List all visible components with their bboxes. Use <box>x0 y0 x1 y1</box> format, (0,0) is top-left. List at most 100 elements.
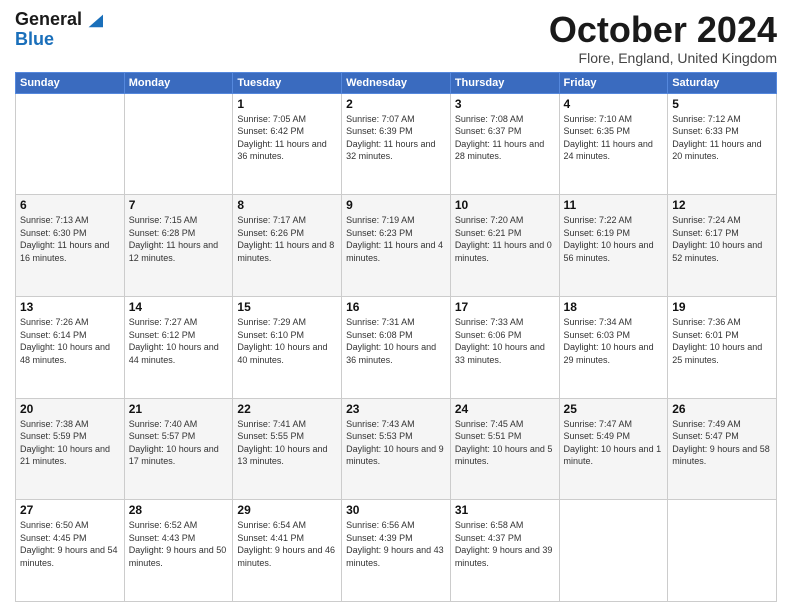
day-info: Sunrise: 7:41 AM Sunset: 5:55 PM Dayligh… <box>237 418 337 468</box>
header-thursday: Thursday <box>450 72 559 93</box>
day-number: 6 <box>20 198 120 212</box>
cell-w1-d3: 1Sunrise: 7:05 AM Sunset: 6:42 PM Daylig… <box>233 93 342 195</box>
day-info: Sunrise: 7:26 AM Sunset: 6:14 PM Dayligh… <box>20 316 120 366</box>
day-number: 23 <box>346 402 446 416</box>
cell-w3-d5: 17 Sunrise: 7:33 AM Sunset: 6:06 PM Dayli… <box>450 296 559 398</box>
day-info: Sunrise: 7:33 AM Sunset: 6:06 PM Dayligh… <box>455 316 555 366</box>
day-info: Sunrise: 7:13 AM Sunset: 6:30 PM Dayligh… <box>20 214 120 264</box>
day-info: Sunrise: 7:43 AM Sunset: 5:53 PM Dayligh… <box>346 418 446 468</box>
day-info: Sunrise: 7:22 AM Sunset: 6:19 PM Dayligh… <box>564 214 664 264</box>
week-row-5: 27Sunrise: 6:50 AM Sunset: 4:45 PM Dayli… <box>16 500 777 602</box>
cell-w3-d2: 14 Sunrise: 7:27 AM Sunset: 6:12 PM Dayli… <box>124 296 233 398</box>
day-info: Sunrise: 7:31 AM Sunset: 6:08 PM Dayligh… <box>346 316 446 366</box>
cell-w3-d6: 18 Sunrise: 7:34 AM Sunset: 6:03 PM Dayli… <box>559 296 668 398</box>
day-info: Sunrise: 7:20 AM Sunset: 6:21 PM Dayligh… <box>455 214 555 264</box>
day-info: Sunrise: 6:56 AM Sunset: 4:39 PM Dayligh… <box>346 519 446 569</box>
day-number: 12 <box>672 198 772 212</box>
cell-w3-d1: 13 Sunrise: 7:26 AM Sunset: 6:14 PM Dayli… <box>16 296 125 398</box>
day-number: 8 <box>237 198 337 212</box>
day-number: 5 <box>672 97 772 111</box>
day-info: Sunrise: 7:19 AM Sunset: 6:23 PM Dayligh… <box>346 214 446 264</box>
header: General Blue October 2024 Flore, England… <box>15 10 777 66</box>
page: General Blue October 2024 Flore, England… <box>0 0 792 612</box>
day-info: Sunrise: 7:17 AM Sunset: 6:26 PM Dayligh… <box>237 214 337 264</box>
day-number: 28 <box>129 503 229 517</box>
day-number: 17 <box>455 300 555 314</box>
day-info: Sunrise: 6:58 AM Sunset: 4:37 PM Dayligh… <box>455 519 555 569</box>
cell-w4-d1: 20Sunrise: 7:38 AM Sunset: 5:59 PM Dayli… <box>16 398 125 500</box>
cell-w4-d3: 22 Sunrise: 7:41 AM Sunset: 5:55 PM Dayli… <box>233 398 342 500</box>
day-number: 3 <box>455 97 555 111</box>
day-number: 18 <box>564 300 664 314</box>
cell-w2-d7: 12 Sunrise: 7:24 AM Sunset: 6:17 PM Dayli… <box>668 195 777 297</box>
day-number: 1 <box>237 97 337 111</box>
cell-w5-d1: 27Sunrise: 6:50 AM Sunset: 4:45 PM Dayli… <box>16 500 125 602</box>
day-info: Sunrise: 7:45 AM Sunset: 5:51 PM Dayligh… <box>455 418 555 468</box>
week-row-4: 20Sunrise: 7:38 AM Sunset: 5:59 PM Dayli… <box>16 398 777 500</box>
cell-w5-d4: 30 Sunrise: 6:56 AM Sunset: 4:39 PM Dayli… <box>342 500 451 602</box>
cell-w2-d1: 6 Sunrise: 7:13 AM Sunset: 6:30 PM Daylig… <box>16 195 125 297</box>
day-number: 21 <box>129 402 229 416</box>
cell-w1-d5: 3 Sunrise: 7:08 AM Sunset: 6:37 PM Daylig… <box>450 93 559 195</box>
day-number: 20 <box>20 402 120 416</box>
header-tuesday: Tuesday <box>233 72 342 93</box>
cell-w1-d2 <box>124 93 233 195</box>
logo-blue: Blue <box>15 30 103 50</box>
cell-w2-d5: 10 Sunrise: 7:20 AM Sunset: 6:21 PM Dayli… <box>450 195 559 297</box>
day-number: 30 <box>346 503 446 517</box>
day-number: 11 <box>564 198 664 212</box>
logo-triangle-icon <box>85 11 103 29</box>
day-info: Sunrise: 7:08 AM Sunset: 6:37 PM Dayligh… <box>455 113 555 163</box>
cell-w3-d3: 15 Sunrise: 7:29 AM Sunset: 6:10 PM Dayli… <box>233 296 342 398</box>
title-block: October 2024 Flore, England, United King… <box>549 10 777 66</box>
cell-w2-d2: 7Sunrise: 7:15 AM Sunset: 6:28 PM Daylig… <box>124 195 233 297</box>
cell-w2-d4: 9Sunrise: 7:19 AM Sunset: 6:23 PM Daylig… <box>342 195 451 297</box>
day-number: 22 <box>237 402 337 416</box>
cell-w2-d6: 11 Sunrise: 7:22 AM Sunset: 6:19 PM Dayli… <box>559 195 668 297</box>
header-wednesday: Wednesday <box>342 72 451 93</box>
cell-w1-d1 <box>16 93 125 195</box>
day-number: 16 <box>346 300 446 314</box>
day-number: 24 <box>455 402 555 416</box>
day-info: Sunrise: 7:07 AM Sunset: 6:39 PM Dayligh… <box>346 113 446 163</box>
day-info: Sunrise: 7:27 AM Sunset: 6:12 PM Dayligh… <box>129 316 229 366</box>
location: Flore, England, United Kingdom <box>549 50 777 66</box>
header-friday: Friday <box>559 72 668 93</box>
day-info: Sunrise: 7:10 AM Sunset: 6:35 PM Dayligh… <box>564 113 664 163</box>
cell-w1-d4: 2Sunrise: 7:07 AM Sunset: 6:39 PM Daylig… <box>342 93 451 195</box>
day-number: 27 <box>20 503 120 517</box>
day-info: Sunrise: 7:12 AM Sunset: 6:33 PM Dayligh… <box>672 113 772 163</box>
day-number: 10 <box>455 198 555 212</box>
month-title: October 2024 <box>549 10 777 50</box>
cell-w4-d2: 21 Sunrise: 7:40 AM Sunset: 5:57 PM Dayli… <box>124 398 233 500</box>
cell-w2-d3: 8 Sunrise: 7:17 AM Sunset: 6:26 PM Daylig… <box>233 195 342 297</box>
day-number: 7 <box>129 198 229 212</box>
day-info: Sunrise: 7:40 AM Sunset: 5:57 PM Dayligh… <box>129 418 229 468</box>
day-number: 31 <box>455 503 555 517</box>
day-info: Sunrise: 7:24 AM Sunset: 6:17 PM Dayligh… <box>672 214 772 264</box>
header-monday: Monday <box>124 72 233 93</box>
day-info: Sunrise: 7:29 AM Sunset: 6:10 PM Dayligh… <box>237 316 337 366</box>
cell-w1-d6: 4 Sunrise: 7:10 AM Sunset: 6:35 PM Daylig… <box>559 93 668 195</box>
cell-w4-d7: 26Sunrise: 7:49 AM Sunset: 5:47 PM Dayli… <box>668 398 777 500</box>
cell-w5-d2: 28Sunrise: 6:52 AM Sunset: 4:43 PM Dayli… <box>124 500 233 602</box>
day-info: Sunrise: 7:34 AM Sunset: 6:03 PM Dayligh… <box>564 316 664 366</box>
week-row-2: 6 Sunrise: 7:13 AM Sunset: 6:30 PM Daylig… <box>16 195 777 297</box>
cell-w4-d4: 23 Sunrise: 7:43 AM Sunset: 5:53 PM Dayli… <box>342 398 451 500</box>
cell-w3-d7: 19Sunrise: 7:36 AM Sunset: 6:01 PM Dayli… <box>668 296 777 398</box>
cell-w3-d4: 16 Sunrise: 7:31 AM Sunset: 6:08 PM Dayli… <box>342 296 451 398</box>
day-info: Sunrise: 6:54 AM Sunset: 4:41 PM Dayligh… <box>237 519 337 569</box>
day-number: 29 <box>237 503 337 517</box>
day-info: Sunrise: 7:47 AM Sunset: 5:49 PM Dayligh… <box>564 418 664 468</box>
header-sunday: Sunday <box>16 72 125 93</box>
week-row-3: 13 Sunrise: 7:26 AM Sunset: 6:14 PM Dayli… <box>16 296 777 398</box>
day-number: 4 <box>564 97 664 111</box>
day-number: 14 <box>129 300 229 314</box>
day-number: 19 <box>672 300 772 314</box>
cell-w1-d7: 5 Sunrise: 7:12 AM Sunset: 6:33 PM Daylig… <box>668 93 777 195</box>
cell-w5-d6 <box>559 500 668 602</box>
header-saturday: Saturday <box>668 72 777 93</box>
day-number: 13 <box>20 300 120 314</box>
cell-w5-d3: 29 Sunrise: 6:54 AM Sunset: 4:41 PM Dayli… <box>233 500 342 602</box>
day-number: 15 <box>237 300 337 314</box>
